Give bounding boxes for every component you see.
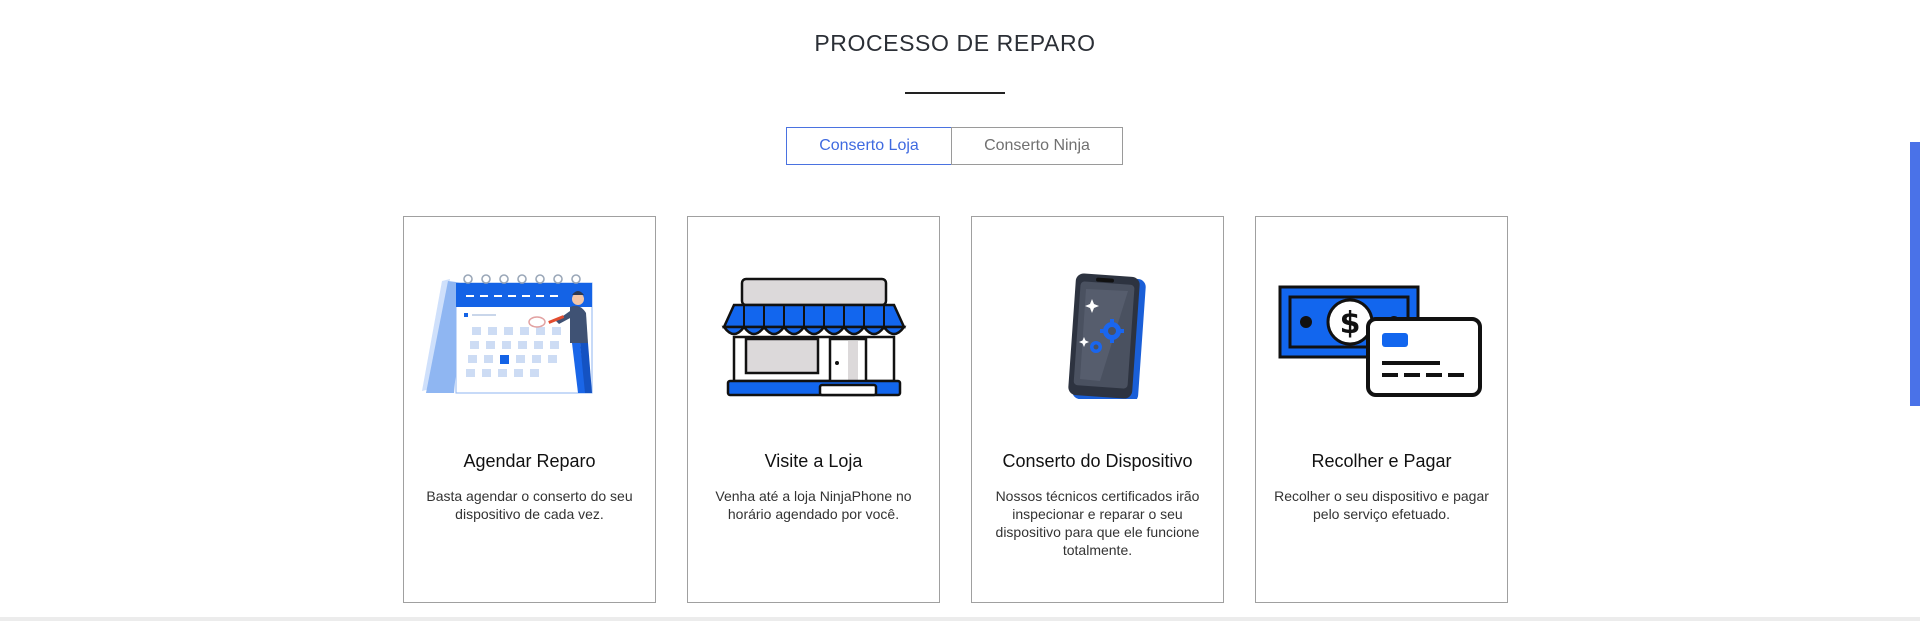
svg-text:$: $ <box>1340 306 1361 341</box>
step-description: Nossos técnicos certificados irão inspec… <box>995 488 1200 558</box>
bottom-divider <box>0 617 1920 621</box>
title-underline <box>905 92 1005 94</box>
step-description: Recolher o seu dispositivo e pagar pelo … <box>1274 488 1489 522</box>
tab-conserto-loja[interactable]: Conserto Loja <box>786 127 952 165</box>
calendar-illustration-icon <box>422 274 593 394</box>
step-title: Recolher e Pagar <box>1311 451 1452 471</box>
step-card-store: Visite a Loja Venha até a loja NinjaPhon… <box>687 216 940 603</box>
step-title: Visite a Loja <box>764 451 863 471</box>
payment-illustration-icon: $ <box>1278 285 1482 397</box>
step-card-pay: $ Recolher e Pagar Recolher o seu dispos… <box>1255 216 1508 603</box>
step-title: Conserto do Dispositivo <box>1002 451 1193 471</box>
step-card-schedule: Agendar Reparo Basta agendar o conserto … <box>403 216 656 603</box>
store-illustration-icon <box>721 277 907 397</box>
scrollbar-thumb[interactable] <box>1910 142 1920 406</box>
section-title: PROCESSO DE REPARO <box>814 30 1096 56</box>
step-title: Agendar Reparo <box>463 451 596 471</box>
step-description: Basta agendar o conserto do seu disposit… <box>426 488 633 522</box>
step-card-repair: Conserto do Dispositivo Nossos técnicos … <box>971 216 1224 603</box>
step-description: Venha até a loja NinjaPhone no horário a… <box>715 488 912 522</box>
tab-conserto-ninja[interactable]: Conserto Ninja <box>951 127 1123 165</box>
phone-repair-illustration-icon <box>1068 273 1146 399</box>
repair-type-tabs: Conserto Loja Conserto Ninja <box>786 127 1123 165</box>
